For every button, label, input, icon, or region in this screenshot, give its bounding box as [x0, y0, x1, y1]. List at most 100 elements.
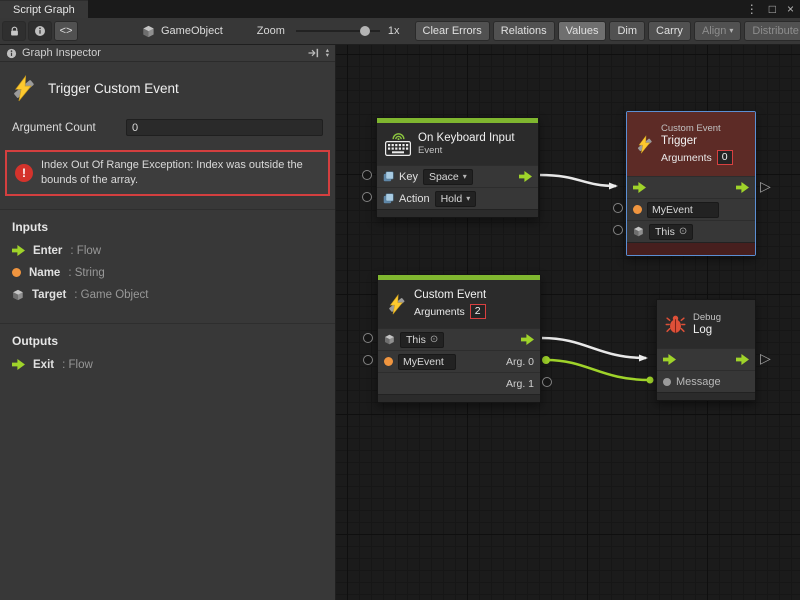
port-row-enter: Enter : Flow	[12, 245, 323, 257]
lock-icon[interactable]	[2, 21, 26, 41]
object-picker-icon[interactable]: ⊙	[430, 334, 438, 345]
flow-arrow-icon	[12, 359, 25, 370]
event-name-input[interactable]	[647, 202, 719, 218]
dock-icon[interactable]	[308, 48, 319, 58]
zoom-slider[interactable]	[296, 25, 380, 37]
string-port[interactable]	[633, 205, 642, 214]
arg1-output-label: Arg. 1	[506, 378, 534, 390]
carry-button[interactable]: Carry	[648, 21, 691, 41]
flow-connection-customevent-to-debug	[542, 338, 646, 358]
window-close-icon[interactable]: ×	[787, 2, 794, 16]
window-menu-icon[interactable]: ⋮	[746, 2, 758, 16]
node-kicker: Custom Event	[661, 123, 733, 134]
distribute-button[interactable]: Distribute▾	[744, 21, 800, 41]
flow-output-port[interactable]	[736, 182, 749, 193]
key-port-row: Key Space ▾	[377, 165, 538, 187]
flow-input-port[interactable]	[633, 182, 646, 193]
node-footer	[627, 242, 755, 255]
graph-canvas[interactable]: On Keyboard Input Event Key Space ▾ Acti…	[336, 45, 800, 600]
flow-output-port[interactable]	[519, 171, 532, 182]
play-indicator-trigger: ▷	[760, 179, 771, 193]
inspector-header: Graph Inspector ▴ ▾	[0, 45, 335, 62]
inputs-section: Inputs Enter : Flow Name : String Target…	[0, 209, 335, 323]
arg1-row: Arg. 1	[378, 372, 540, 394]
zoom-label: Zoom	[257, 25, 285, 37]
values-button[interactable]: Values	[558, 21, 607, 41]
event-name-row: Arg. 0	[378, 350, 540, 372]
argument-count-input[interactable]	[126, 119, 323, 136]
event-name-row	[627, 198, 755, 220]
target-object-field[interactable]: This ⊙	[400, 332, 444, 348]
align-button[interactable]: Align▾	[694, 21, 741, 41]
relations-button[interactable]: Relations	[493, 21, 555, 41]
zoom-slider-knob[interactable]	[360, 26, 370, 36]
tab-script-graph[interactable]: Script Graph	[0, 0, 88, 18]
message-row: Message	[657, 370, 755, 392]
play-indicator-debug: ▷	[760, 351, 771, 365]
node-kicker: Debug	[693, 312, 721, 323]
node-trigger-custom-event[interactable]: Custom Event Trigger Arguments 0	[626, 111, 756, 256]
clear-errors-button[interactable]: Clear Errors	[415, 21, 490, 41]
port-circle-trigger-target[interactable]	[613, 225, 623, 235]
flow-input-port[interactable]	[663, 354, 676, 365]
custom-event-bolt-icon	[635, 135, 654, 154]
node-on-keyboard-input[interactable]: On Keyboard Input Event Key Space ▾ Acti…	[376, 117, 539, 218]
port-circle-customevent-name[interactable]	[363, 355, 373, 365]
action-port-row: Action Hold ▾	[377, 187, 538, 209]
chevron-down-icon: ▾	[466, 195, 470, 203]
key-dropdown[interactable]: Space ▾	[423, 169, 473, 185]
custom-event-bolt-icon	[10, 75, 37, 102]
message-port[interactable]	[663, 378, 671, 386]
node-custom-event[interactable]: Custom Event Arguments 2 This ⊙	[377, 274, 541, 403]
event-name-input[interactable]	[398, 354, 456, 370]
node-footer	[377, 209, 538, 217]
scroll-arrows-icon[interactable]: ▴ ▾	[326, 48, 329, 58]
action-dropdown[interactable]: Hold ▾	[435, 191, 477, 207]
inspector-title-block: Trigger Custom Event	[0, 62, 335, 116]
node-header: On Keyboard Input Event	[377, 123, 538, 165]
inspector-header-label: Graph Inspector	[22, 47, 101, 59]
custom-event-bolt-icon	[386, 294, 407, 315]
error-message-text: Index Out Of Range Exception: Index was …	[41, 158, 320, 188]
node-debug-log[interactable]: Debug Log Message	[656, 299, 756, 401]
keycode-type-icon	[383, 171, 394, 182]
node-title: Trigger	[661, 135, 733, 147]
inputs-heading: Inputs	[12, 220, 323, 234]
gameobject-cube-icon	[633, 226, 644, 237]
unity-script-graph-window: Script Graph ⋮ □ × <> GameObject Zoom 1x…	[0, 0, 800, 600]
unity-cube-icon	[142, 25, 155, 38]
object-picker-icon[interactable]: ⊙	[679, 226, 687, 237]
graph-toolbar: <> GameObject Zoom 1x Clear Errors Relat…	[0, 18, 800, 45]
info-icon[interactable]	[28, 21, 52, 41]
error-icon: !	[15, 164, 33, 182]
port-circle-trigger-name[interactable]	[613, 203, 623, 213]
arguments-count-badge: 2	[470, 304, 486, 319]
code-icon[interactable]: <>	[54, 21, 78, 41]
port-circle-key[interactable]	[362, 170, 372, 180]
flow-output-port[interactable]	[736, 354, 749, 365]
port-circle-action[interactable]	[362, 192, 372, 202]
window-maximize-icon[interactable]: □	[769, 2, 776, 16]
port-circle-customevent-target[interactable]	[363, 333, 373, 343]
value-connection-arg0-to-message	[546, 360, 650, 380]
dim-button[interactable]: Dim	[609, 21, 645, 41]
port-row-target: Target : Game Object	[12, 289, 323, 301]
bug-icon	[665, 314, 686, 335]
port-row-exit: Exit : Flow	[12, 359, 323, 371]
toolbar-buttons: Clear Errors Relations Values Dim Carry …	[415, 21, 800, 41]
tab-strip: Script Graph ⋮ □ ×	[0, 0, 800, 18]
tab-label: Script Graph	[13, 4, 75, 16]
flow-output-port[interactable]	[521, 334, 534, 345]
target-row: This ⊙	[378, 328, 540, 350]
gameobject-label: GameObject	[161, 25, 223, 37]
port-circle-arg1[interactable]	[542, 377, 552, 387]
string-port[interactable]	[384, 357, 393, 366]
gameobject-selector[interactable]: GameObject	[134, 23, 231, 40]
node-title: Log	[693, 324, 721, 336]
chevron-down-icon: ▾	[729, 27, 733, 35]
outputs-heading: Outputs	[12, 334, 323, 348]
target-object-field[interactable]: This ⊙	[649, 224, 693, 240]
arguments-count-badge: 0	[717, 150, 733, 165]
target-row: This ⊙	[627, 220, 755, 242]
flow-connection-keyboard-to-trigger	[540, 175, 616, 186]
